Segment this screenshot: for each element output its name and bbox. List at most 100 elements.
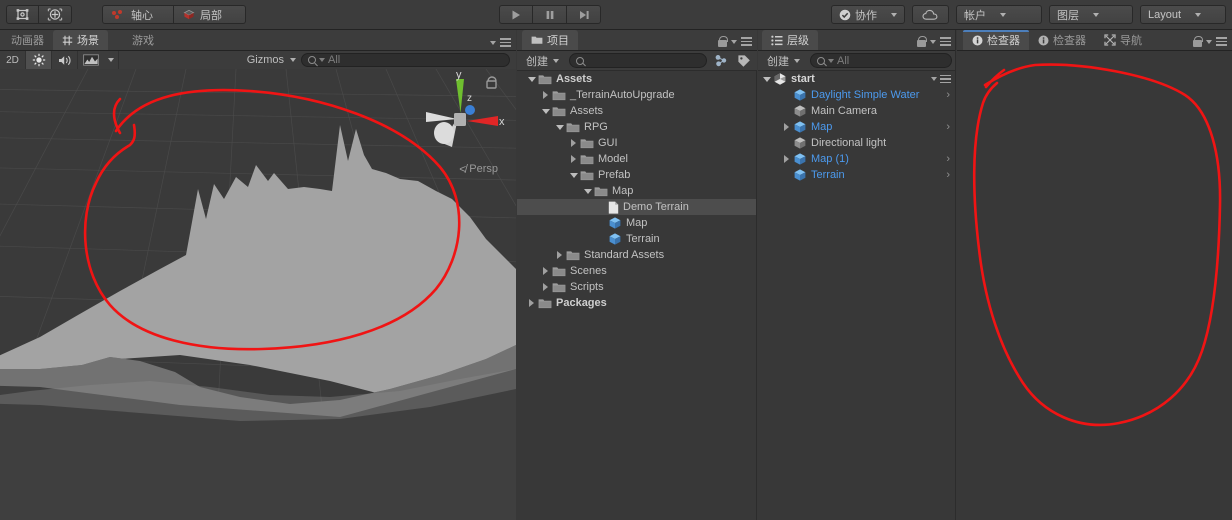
svg-text:x: x bbox=[499, 116, 505, 128]
project-tree-row-label: Scripts bbox=[570, 281, 604, 293]
twisty-toggle[interactable] bbox=[539, 279, 552, 295]
project-tree-row[interactable]: Assets bbox=[517, 103, 757, 119]
hierarchy-search-input[interactable]: All bbox=[810, 53, 952, 68]
twisty-toggle[interactable] bbox=[539, 87, 552, 103]
twisty-toggle[interactable] bbox=[539, 263, 552, 279]
tab-inspector-2[interactable]: 检查器 bbox=[1029, 30, 1095, 50]
twisty-toggle[interactable] bbox=[780, 151, 793, 167]
transform-tool-icon[interactable] bbox=[39, 5, 72, 24]
project-tree-row[interactable]: GUI bbox=[517, 135, 757, 151]
project-tree-row[interactable]: Scenes bbox=[517, 263, 757, 279]
twisty-toggle[interactable] bbox=[567, 135, 580, 151]
account-button[interactable]: 帐户 bbox=[956, 5, 1042, 24]
pause-button[interactable] bbox=[533, 5, 567, 24]
hierarchy-row[interactable]: Daylight Simple Water › bbox=[758, 87, 956, 103]
project-tree-row[interactable]: Scripts bbox=[517, 279, 757, 295]
tab-inspector-2-label: 检查器 bbox=[1053, 35, 1086, 47]
projection-mode-label[interactable]: ≮ Persp bbox=[459, 162, 498, 176]
twisty-toggle[interactable] bbox=[780, 167, 793, 183]
chevron-right-icon[interactable]: › bbox=[946, 121, 950, 133]
project-tree-row[interactable]: Map bbox=[517, 183, 757, 199]
inspector-tab-options[interactable] bbox=[1193, 36, 1227, 47]
lock-icon[interactable] bbox=[1193, 36, 1203, 47]
twisty-toggle[interactable] bbox=[581, 183, 594, 199]
hierarchy-scene-root[interactable]: start bbox=[758, 71, 956, 87]
label-filter-icon[interactable] bbox=[735, 53, 753, 69]
hierarchy-row[interactable]: Main Camera bbox=[758, 103, 956, 119]
twisty-toggle[interactable] bbox=[539, 103, 552, 119]
tab-game[interactable]: 游戏 bbox=[108, 30, 163, 50]
project-tree-row[interactable]: Demo Terrain bbox=[517, 199, 757, 215]
chevron-right-icon[interactable]: › bbox=[946, 169, 950, 181]
toggle-audio-button[interactable] bbox=[52, 50, 78, 70]
lock-icon[interactable] bbox=[917, 36, 927, 47]
tab-animator[interactable]: 动画器 bbox=[2, 30, 53, 50]
hierarchy-row[interactable]: Map (1) › bbox=[758, 151, 956, 167]
tab-hierarchy[interactable]: 层级 bbox=[762, 30, 818, 50]
chevron-down-icon bbox=[553, 58, 559, 63]
twisty-toggle[interactable] bbox=[595, 215, 608, 231]
layout-button[interactable]: Layout bbox=[1140, 5, 1226, 24]
project-tree-row[interactable]: Prefab bbox=[517, 167, 757, 183]
hierarchy-tab-options[interactable] bbox=[917, 36, 951, 47]
twisty-toggle[interactable] bbox=[553, 247, 566, 263]
hierarchy-create-button[interactable]: 创建 bbox=[762, 53, 805, 69]
project-tree-row-label: Assets bbox=[570, 105, 604, 117]
hierarchy-tree[interactable]: start Daylight Simple Water › Main Camera M… bbox=[758, 71, 956, 520]
twisty-toggle[interactable] bbox=[567, 167, 580, 183]
step-button[interactable] bbox=[567, 5, 601, 24]
project-tree-row[interactable]: Assets bbox=[517, 71, 757, 87]
layers-button[interactable]: 图层 bbox=[1049, 5, 1133, 24]
lock-icon[interactable] bbox=[718, 36, 728, 47]
project-tab-options[interactable] bbox=[718, 36, 752, 47]
project-tree-row[interactable]: Terrain bbox=[517, 231, 757, 247]
shared-filter-icon[interactable] bbox=[712, 53, 730, 69]
twisty-toggle[interactable] bbox=[525, 71, 538, 87]
hierarchy-row[interactable]: Terrain › bbox=[758, 167, 956, 183]
twisty-toggle[interactable] bbox=[780, 119, 793, 135]
project-tree-row[interactable]: _TerrainAutoUpgrade bbox=[517, 87, 757, 103]
scene-search-input[interactable]: All bbox=[301, 53, 510, 67]
pivot-mode-button[interactable]: 轴心 bbox=[102, 5, 174, 24]
project-tree-row[interactable]: Standard Assets bbox=[517, 247, 757, 263]
toggle-2d-button[interactable]: 2D bbox=[0, 50, 26, 70]
twisty-toggle[interactable] bbox=[595, 199, 608, 215]
collab-button[interactable]: 协作 bbox=[831, 5, 905, 24]
gizmos-dropdown-button[interactable]: Gizmos bbox=[242, 51, 301, 70]
tab-project[interactable]: 项目 bbox=[522, 30, 578, 50]
rect-tool-icon[interactable] bbox=[6, 5, 39, 24]
project-tree-row[interactable]: Packages bbox=[517, 295, 757, 311]
twisty-toggle[interactable] bbox=[567, 151, 580, 167]
twisty-toggle[interactable] bbox=[553, 119, 566, 135]
tab-navigation[interactable]: 导航 bbox=[1095, 30, 1151, 50]
twisty-toggle[interactable] bbox=[525, 295, 538, 311]
project-tree-row[interactable]: Model bbox=[517, 151, 757, 167]
hierarchy-row-options[interactable] bbox=[931, 74, 951, 84]
handle-space-button[interactable]: 局部 bbox=[174, 5, 246, 24]
project-search-input[interactable] bbox=[569, 53, 707, 68]
project-tree-row[interactable]: Map bbox=[517, 215, 757, 231]
project-tree[interactable]: Assets _TerrainAutoUpgrade Assets RPG GUI Mod… bbox=[517, 71, 757, 520]
chevron-right-icon[interactable]: › bbox=[946, 89, 950, 101]
tab-inspector-1[interactable]: 检查器 bbox=[963, 30, 1029, 50]
fx-dropdown-button[interactable] bbox=[104, 50, 119, 70]
toggle-fx-button[interactable] bbox=[78, 51, 104, 70]
twisty-toggle[interactable] bbox=[595, 231, 608, 247]
play-button[interactable] bbox=[499, 5, 533, 24]
cloud-button[interactable] bbox=[912, 5, 949, 24]
tab-scene[interactable]: 场景 bbox=[53, 30, 108, 50]
toggle-lighting-button[interactable] bbox=[26, 50, 52, 70]
scene-twisty[interactable] bbox=[760, 71, 773, 87]
project-create-button[interactable]: 创建 bbox=[521, 53, 564, 69]
chevron-right-icon[interactable]: › bbox=[946, 153, 950, 165]
hierarchy-row[interactable]: Directional light bbox=[758, 135, 956, 151]
twisty-toggle[interactable] bbox=[780, 87, 793, 103]
twisty-toggle[interactable] bbox=[780, 135, 793, 151]
hierarchy-toolbar: 创建 All bbox=[758, 51, 956, 71]
scene-tab-options[interactable] bbox=[490, 38, 511, 47]
project-tree-row-label: Terrain bbox=[626, 233, 660, 245]
hierarchy-row[interactable]: Map › bbox=[758, 119, 956, 135]
project-tree-row[interactable]: RPG bbox=[517, 119, 757, 135]
scene-viewport[interactable]: y z x ≮ Persp bbox=[0, 69, 516, 520]
twisty-toggle[interactable] bbox=[780, 103, 793, 119]
